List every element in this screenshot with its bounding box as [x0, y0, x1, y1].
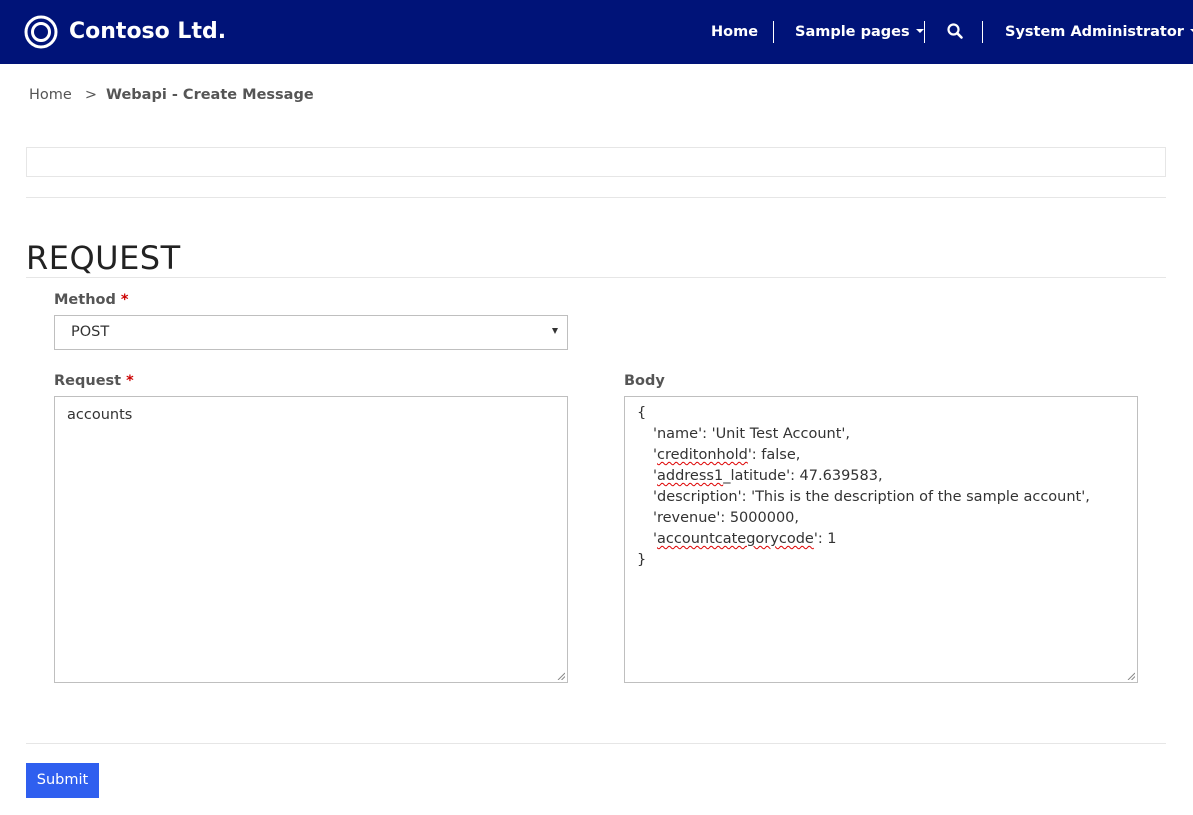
- body-text: _latitude': 47.639583,: [723, 468, 883, 484]
- nav-sample-pages[interactable]: Sample pages: [795, 0, 924, 64]
- nav-user-label: System Administrator: [1005, 24, 1184, 40]
- body-line: }: [637, 552, 647, 568]
- request-textarea[interactable]: accounts: [54, 396, 568, 683]
- section-title: REQUEST: [26, 239, 181, 277]
- method-select-value: POST: [71, 324, 110, 340]
- search-icon[interactable]: [946, 22, 964, 40]
- request-value: accounts: [67, 407, 133, 423]
- body-line: 'creditonhold': false,: [637, 445, 1125, 466]
- breadcrumb: Home > Webapi - Create Message: [29, 86, 314, 104]
- nav-separator: [924, 21, 925, 43]
- submit-button[interactable]: Submit: [26, 763, 99, 798]
- divider: [26, 277, 1166, 278]
- select-arrow-icon: [552, 328, 558, 334]
- breadcrumb-separator: >: [84, 87, 97, 103]
- required-mark: *: [120, 292, 129, 308]
- caret-down-icon: [915, 29, 924, 33]
- body-line: 'accountcategorycode': 1: [637, 529, 1125, 550]
- contoso-logo-icon: [24, 15, 58, 49]
- nav-home[interactable]: Home: [711, 0, 758, 64]
- breadcrumb-home[interactable]: Home: [29, 87, 72, 103]
- divider: [26, 197, 1166, 198]
- message-panel: [26, 147, 1166, 177]
- method-label: Method *: [54, 291, 129, 309]
- nav-separator: [982, 21, 983, 43]
- divider: [26, 743, 1166, 744]
- request-label: Request *: [54, 372, 134, 390]
- request-label-text: Request: [54, 373, 122, 389]
- brand-link[interactable]: Contoso Ltd.: [24, 15, 226, 49]
- body-label: Body: [624, 373, 665, 389]
- breadcrumb-current: Webapi - Create Message: [105, 87, 314, 103]
- body-line: 'revenue': 5000000,: [653, 510, 800, 526]
- method-label-text: Method: [54, 292, 116, 308]
- body-text: ': false,: [747, 447, 801, 463]
- top-navbar: Contoso Ltd. Home Sample pages System Ad…: [0, 0, 1193, 64]
- body-textarea[interactable]: { 'name': 'Unit Test Account', 'crediton…: [624, 396, 1138, 683]
- body-line: 'name': 'Unit Test Account',: [653, 426, 851, 442]
- brand-name: Contoso Ltd.: [69, 19, 227, 44]
- body-line: 'description': 'This is the description …: [653, 489, 1090, 505]
- nav-sample-pages-label: Sample pages: [795, 24, 910, 40]
- body-line: 'address1_latitude': 47.639583,: [637, 466, 1125, 487]
- body-line: {: [637, 405, 647, 421]
- spellcheck-word: address1: [657, 468, 724, 484]
- method-select[interactable]: POST: [54, 315, 568, 350]
- body-text: ': 1: [813, 531, 837, 547]
- required-mark: *: [126, 373, 134, 389]
- nav-user-menu[interactable]: System Administrator: [1005, 0, 1193, 64]
- spellcheck-word: creditonhold: [657, 447, 748, 463]
- resize-grip-icon[interactable]: [557, 672, 565, 680]
- nav-separator: [773, 21, 774, 43]
- resize-grip-icon[interactable]: [1127, 672, 1135, 680]
- spellcheck-word: accountcategorycode: [657, 531, 814, 547]
